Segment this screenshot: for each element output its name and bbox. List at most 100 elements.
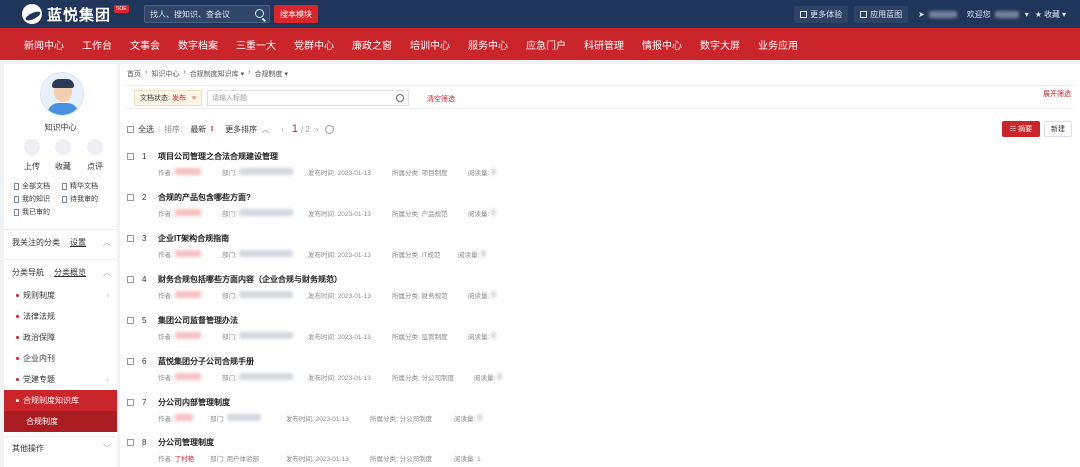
nav-item-research[interactable]: 科研管理 <box>584 37 624 52</box>
sidebar-item-party-topics[interactable]: 党建专题 › <box>4 369 117 390</box>
row-title[interactable]: 财务合规包括哪些方面内容（企业合规与财务规范） <box>158 274 342 285</box>
chevron-up-icon[interactable]: ︿ <box>103 237 111 248</box>
table-row[interactable]: 6 蓝悦集团分子公司合规手册 作者: 部门: 发布时间: 2023-01-13 … <box>127 353 1067 393</box>
nav-item-news[interactable]: 新闻中心 <box>24 37 64 52</box>
row-checkbox[interactable] <box>127 358 134 365</box>
breadcrumb-knowledge[interactable]: 知识中心 <box>151 69 179 79</box>
meta-dept: 用户体验部 <box>226 456 260 463</box>
nav-item-intel[interactable]: 情报中心 <box>642 37 682 52</box>
row-checkbox[interactable] <box>127 194 134 201</box>
row-title[interactable]: 企业IT架构合规指南 <box>158 233 229 244</box>
nav-item-service[interactable]: 服务中心 <box>468 37 508 52</box>
nav-item-digital-archive[interactable]: 数字档案 <box>178 37 218 52</box>
nav-item-party[interactable]: 党群中心 <box>294 37 334 52</box>
summary-button[interactable]: ☷ 摘要 <box>1002 121 1040 137</box>
nav-item-wenshihui[interactable]: 文事会 <box>130 37 160 52</box>
favorites-chevron-icon[interactable]: ▾ <box>1062 10 1066 19</box>
breadcrumb-home[interactable]: 首页 <box>127 69 141 79</box>
row-checkbox[interactable] <box>127 439 134 446</box>
table-row[interactable]: 7 分公司内部管理制度 作者: 部门: 发布时间: 2023-01-13 所属分… <box>127 394 1067 434</box>
chevron-up-icon[interactable]: ︿ <box>103 267 111 278</box>
meta-author: 丁村艳 <box>174 456 195 463</box>
title-search-input[interactable]: 请输入标题 <box>207 90 409 106</box>
link-all-docs[interactable]: 全部文档 <box>14 181 50 191</box>
more-experience-button[interactable]: 更多体验 <box>794 5 849 23</box>
review-button[interactable]: 点评 <box>84 139 106 172</box>
search-icon[interactable] <box>396 94 404 102</box>
expand-filter-link[interactable]: 展开筛选 <box>1043 89 1071 99</box>
select-all-checkbox[interactable] <box>127 125 134 133</box>
table-row[interactable]: 2 合规的产品包含哪些方面? 作者: 部门: 发布时间: 2023-01-13 … <box>127 189 1067 229</box>
author-redacted <box>174 332 201 339</box>
breadcrumb-compliance[interactable]: 合规制度 ▾ <box>255 69 288 79</box>
nav-item-integrity[interactable]: 廉政之窗 <box>352 37 392 52</box>
row-title[interactable]: 分公司管理制度 <box>158 437 214 448</box>
sort-arrow-icon[interactable]: ⇕ <box>209 125 215 133</box>
row-checkbox[interactable] <box>127 399 134 406</box>
upload-button[interactable]: 上传 <box>21 139 43 172</box>
row-title[interactable]: 合规的产品包含哪些方面? <box>158 192 251 203</box>
favorites-label[interactable]: 收藏 <box>1044 9 1060 20</box>
category-overview-link[interactable]: 分类概览 <box>54 267 86 278</box>
row-title[interactable]: 项目公司管理之合法合规建设管理 <box>158 151 278 162</box>
search-icon[interactable] <box>255 9 264 18</box>
other-actions-header[interactable]: 其他操作 ﹀ <box>4 436 117 460</box>
logo[interactable]: 蓝悦集团 SOE <box>22 4 142 25</box>
app-blueprint-button[interactable]: 应用蓝图 <box>854 5 909 23</box>
sidebar-item-politics[interactable]: 政治保障 <box>4 327 117 348</box>
nav-item-sanzhong[interactable]: 三重一大 <box>236 37 276 52</box>
nav-item-big-screen[interactable]: 数字大屏 <box>700 37 740 52</box>
nav-item-training[interactable]: 培训中心 <box>410 37 450 52</box>
new-button[interactable]: 新建 <box>1044 121 1072 137</box>
followed-settings-link[interactable]: 设置 <box>70 237 86 248</box>
close-icon[interactable]: × <box>192 95 196 102</box>
table-row[interactable]: 4 财务合规包括哪些方面内容（企业合规与财务规范） 作者: 部门: 发布时间: … <box>127 271 1067 311</box>
clear-filter-link[interactable]: 清空筛选 <box>427 94 455 104</box>
status-filter-tag[interactable]: 文档状态: 发布 × <box>134 90 203 106</box>
row-checkbox[interactable] <box>127 153 134 160</box>
table-row[interactable]: 3 企业IT架构合规指南 作者: 部门: 发布时间: 2023-01-13 所属… <box>127 230 1067 270</box>
table-row[interactable]: 5 集团公司监督管理办法 作者: 部门: 发布时间: 2023-01-13 所属… <box>127 312 1067 352</box>
row-checkbox[interactable] <box>127 235 134 242</box>
link-pending-review[interactable]: 待我审的 <box>62 194 98 204</box>
table-row[interactable]: 1 项目公司管理之合法合规建设管理 作者: 部门: 发布时间: 2023-01-… <box>127 148 1067 188</box>
row-checkbox[interactable] <box>127 276 134 283</box>
row-title[interactable]: 蓝悦集团分子公司合规手册 <box>158 356 254 367</box>
category-nav-header[interactable]: 分类导航 分类概览 ︿ <box>4 259 117 285</box>
sort-latest[interactable]: 最新 <box>190 124 206 135</box>
row-title[interactable]: 集团公司监督管理办法 <box>158 315 238 326</box>
avatar[interactable] <box>40 72 84 116</box>
nav-item-workbench[interactable]: 工作台 <box>82 37 112 52</box>
sidebar-item-compliance-kb[interactable]: 合规制度知识库 <box>4 390 117 411</box>
followed-categories-header[interactable]: 我关注的分类 设置 ︿ <box>4 229 117 255</box>
next-page-icon[interactable]: › <box>316 125 319 134</box>
link-my-knowledge[interactable]: 我的知识 <box>14 194 50 204</box>
sidebar-item-journal[interactable]: 企业内刊 <box>4 348 117 369</box>
chevron-down-icon[interactable]: ﹀ <box>103 443 111 454</box>
table-row[interactable]: 8 分公司管理制度 作者: 丁村艳 部门: 用户体验部 发布时间: 2023-0… <box>127 434 1067 467</box>
chevron-down-icon[interactable]: ▾ <box>1025 10 1029 19</box>
row-checkbox[interactable] <box>127 317 134 324</box>
star-icon[interactable]: ★ <box>1035 10 1042 19</box>
global-search-input[interactable]: 找人、搜知识、查会议 <box>144 5 270 23</box>
username-redacted[interactable] <box>994 10 1019 18</box>
link-reviewed[interactable]: 我已审的 <box>14 207 50 217</box>
sidebar-item-laws[interactable]: 法律法规 <box>4 306 117 327</box>
favorite-button[interactable]: 收藏 <box>52 139 74 172</box>
row-title[interactable]: 分公司内部管理制度 <box>158 397 230 408</box>
link-featured-docs[interactable]: 精华文档 <box>62 181 98 191</box>
meta-date: 2023-01-13 <box>315 456 349 463</box>
chevron-up-icon[interactable]: ︿ <box>261 124 269 135</box>
breadcrumb-compliance-kb[interactable]: 合规制度知识库 ▾ <box>190 69 244 79</box>
refresh-icon[interactable] <box>324 124 334 134</box>
link-my-knowledge-label: 我的知识 <box>22 196 50 203</box>
more-sort[interactable]: 更多排序 <box>225 124 257 135</box>
sidebar-subitem-compliance[interactable]: 合规制度 <box>4 411 117 432</box>
sidebar-item-rules[interactable]: 规则制度 › <box>4 285 117 306</box>
select-all-label[interactable]: 全选 <box>138 124 154 135</box>
meta-date: 2023-01-13 <box>315 416 349 423</box>
search-module-button[interactable]: 搜本模块 <box>274 5 318 23</box>
nav-item-business-apps[interactable]: 业务应用 <box>758 37 798 52</box>
nav-item-emergency[interactable]: 应急门户 <box>526 37 566 52</box>
prev-page-icon[interactable]: ‹ <box>281 125 284 134</box>
